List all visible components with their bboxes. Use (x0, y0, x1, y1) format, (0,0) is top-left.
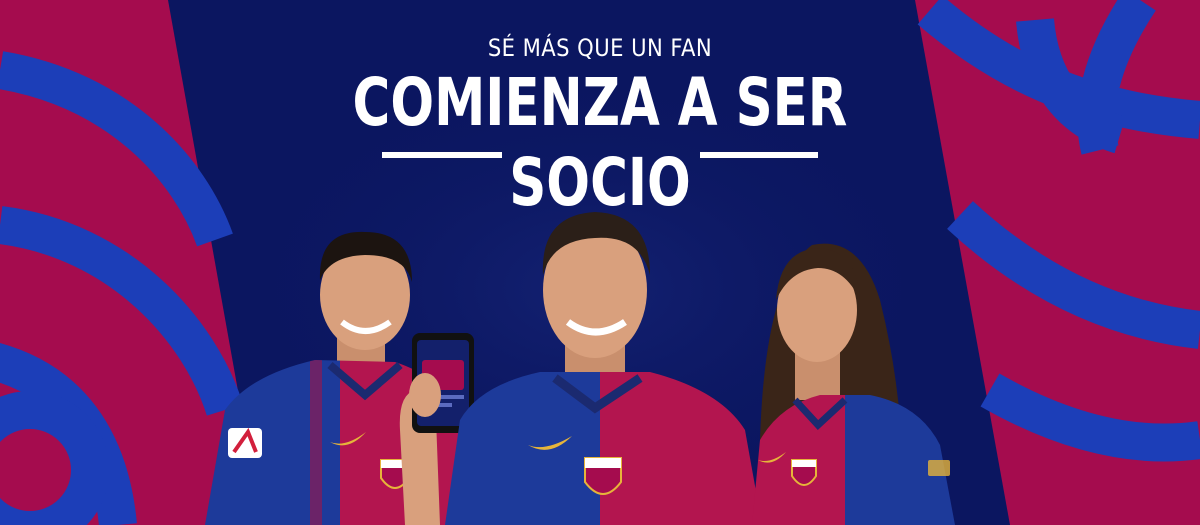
players-group (205, 212, 955, 525)
laliga-badge-icon (228, 428, 262, 458)
player-right (752, 243, 955, 525)
player-left (205, 231, 474, 525)
player-center (445, 212, 762, 525)
barca-crest-icon (791, 459, 817, 486)
socio-banner[interactable]: SÉ MÁS QUE UN FAN COMIENZA A SER SOCIO (0, 0, 1200, 525)
barca-crest-icon (584, 457, 622, 495)
